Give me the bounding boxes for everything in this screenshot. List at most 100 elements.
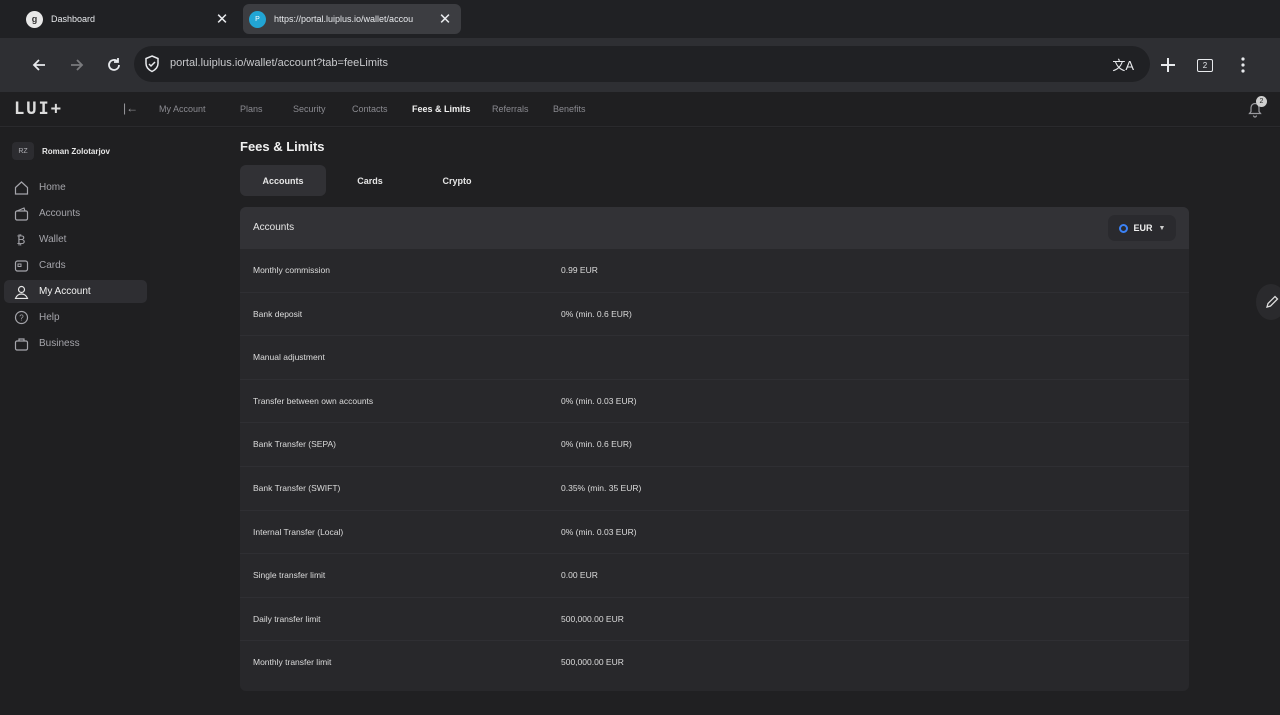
table-row: Monthly transfer limit 500,000.00 EUR xyxy=(240,641,1189,685)
fee-value: 0% (min. 0.03 EUR) xyxy=(561,526,637,537)
browser-tab-strip: g Dashboard ✕ P https://portal.luiplus.i… xyxy=(0,0,1280,38)
chevron-down-icon: ▼ xyxy=(1158,224,1166,232)
fee-value: 0% (min. 0.6 EUR) xyxy=(561,439,632,450)
app: LUI+ |← My Account Plans Security Contac… xyxy=(0,92,1280,715)
avatar: RZ xyxy=(12,142,34,160)
site-info-icon[interactable] xyxy=(144,55,160,78)
sidebar-item-accounts[interactable]: Accounts xyxy=(4,202,147,225)
url-text[interactable]: portal.luiplus.io/wallet/account?tab=fee… xyxy=(170,57,388,69)
fee-label: Single transfer limit xyxy=(253,570,326,581)
fee-label: Transfer between own accounts xyxy=(253,395,374,406)
app-logo[interactable]: LUI+ xyxy=(14,99,63,119)
nav-contacts[interactable]: Contacts xyxy=(352,104,388,114)
notifications-bell-icon[interactable]: 2 xyxy=(1246,96,1267,118)
sidebar-item-label: Home xyxy=(39,182,66,193)
new-tab-icon[interactable] xyxy=(1157,54,1179,76)
sidebar-item-label: Business xyxy=(39,338,80,349)
user-profile[interactable]: RZ Roman Zolotarjov xyxy=(12,142,110,160)
fee-label: Bank deposit xyxy=(253,308,303,319)
collapse-sidebar-icon[interactable]: |← xyxy=(123,101,138,115)
sidebar-item-business[interactable]: Business xyxy=(4,332,147,355)
back-icon[interactable] xyxy=(28,54,50,76)
sidebar-item-label: Cards xyxy=(39,260,66,271)
menu-icon[interactable] xyxy=(1232,54,1254,76)
table-row: Single transfer limit 0.00 EUR xyxy=(240,554,1189,598)
dashboard-favicon-icon: g xyxy=(26,10,43,28)
table-row: Bank Transfer (SEPA) 0% (min. 0.6 EUR) xyxy=(240,423,1189,467)
address-bar[interactable]: portal.luiplus.io/wallet/account?tab=fee… xyxy=(134,46,1150,82)
sidebar-item-wallet[interactable]: ₿ Wallet xyxy=(4,228,147,251)
home-icon xyxy=(13,180,29,196)
fee-label: Internal Transfer (Local) xyxy=(253,526,344,537)
browser-tab-dashboard[interactable]: g Dashboard ✕ xyxy=(20,4,238,34)
fee-value: 0.35% (min. 35 EUR) xyxy=(561,483,642,493)
sidebar-item-cards[interactable]: Cards xyxy=(4,254,147,277)
table-row: Bank Transfer (SWIFT) 0.35% (min. 35 EUR) xyxy=(240,467,1189,511)
reload-icon[interactable] xyxy=(103,54,125,76)
tab-title: https://portal.luiplus.io/wallet/accou xyxy=(274,14,414,24)
sidebar-item-label: Help xyxy=(39,312,60,323)
edit-pencil-icon[interactable] xyxy=(1256,284,1280,320)
svg-text:?: ? xyxy=(19,314,24,323)
page-title: Fees & Limits xyxy=(240,139,325,154)
sidebar: RZ Roman Zolotarjov Home Accounts ₿ Wall… xyxy=(0,128,150,715)
sidebar-item-label: Accounts xyxy=(39,208,81,219)
table-row: Bank deposit 0% (min. 0.6 EUR) xyxy=(240,293,1189,337)
close-tab-icon[interactable]: ✕ xyxy=(435,10,455,28)
table-row: Monthly commission 0.99 EUR xyxy=(240,249,1189,293)
currency-icon xyxy=(1118,223,1128,233)
table-row: Transfer between own accounts 0% (min. 0.… xyxy=(240,380,1189,424)
translate-icon[interactable]: 文A xyxy=(1112,55,1134,74)
tab-accounts[interactable]: Accounts xyxy=(240,165,326,196)
tab-cards[interactable]: Cards xyxy=(327,165,413,196)
sidebar-item-home[interactable]: Home xyxy=(4,176,147,199)
fee-value: 0.00 EUR xyxy=(561,570,598,581)
tab-crypto[interactable]: Crypto xyxy=(414,165,500,196)
extensions-icon[interactable]: 2 xyxy=(1194,54,1216,76)
bitcoin-icon: ₿ xyxy=(16,232,26,247)
user-name: Roman Zolotarjov xyxy=(42,146,111,156)
nav-benefits[interactable]: Benefits xyxy=(553,104,586,114)
user-icon xyxy=(13,284,29,300)
fee-value: 500,000.00 EUR xyxy=(561,613,624,624)
main-content: Fees & Limits Accounts Cards Crypto Acco… xyxy=(150,128,1280,715)
nav-referrals[interactable]: Referrals xyxy=(492,104,529,114)
card-title: Accounts xyxy=(253,222,295,233)
fee-label: Monthly transfer limit xyxy=(253,657,332,668)
briefcase-icon xyxy=(13,336,29,352)
table-row: Manual adjustment xyxy=(240,336,1189,380)
browser-toolbar: portal.luiplus.io/wallet/account?tab=fee… xyxy=(0,38,1280,92)
top-navigation: LUI+ |← My Account Plans Security Contac… xyxy=(0,92,1280,127)
sidebar-item-label: My Account xyxy=(39,286,91,297)
table-row: Internal Transfer (Local) 0% (min. 0.03 E… xyxy=(240,511,1189,555)
fee-value: 0% (min. 0.6 EUR) xyxy=(561,308,632,319)
fee-label: Bank Transfer (SEPA) xyxy=(253,439,336,450)
sidebar-item-help[interactable]: ? Help xyxy=(4,306,147,329)
fee-value: 0.99 EUR xyxy=(561,265,598,275)
tab-title: Dashboard xyxy=(51,14,96,24)
currency-select[interactable]: EUR ▼ xyxy=(1108,215,1176,241)
close-tab-icon[interactable]: ✕ xyxy=(212,10,232,28)
card-header: Accounts EUR ▼ xyxy=(240,207,1189,249)
fees-card: Accounts EUR ▼ Monthly commission 0.99 EU… xyxy=(240,207,1189,691)
fee-label: Bank Transfer (SWIFT) xyxy=(253,483,341,493)
fee-label: Manual adjustment xyxy=(253,352,325,363)
forward-icon[interactable] xyxy=(66,54,88,76)
card-icon xyxy=(13,258,29,274)
nav-my-account[interactable]: My Account xyxy=(159,104,206,114)
fee-label: Monthly commission xyxy=(253,265,330,275)
fee-value: 0% (min. 0.03 EUR) xyxy=(561,395,637,406)
notification-count-badge: 2 xyxy=(1256,96,1267,107)
nav-plans[interactable]: Plans xyxy=(240,104,263,114)
browser-tab-portal[interactable]: P https://portal.luiplus.io/wallet/accou… xyxy=(243,4,461,34)
currency-value: EUR xyxy=(1133,223,1153,233)
sidebar-item-label: Wallet xyxy=(39,234,67,245)
fee-value: 500,000.00 EUR xyxy=(561,657,624,668)
fee-label: Daily transfer limit xyxy=(253,613,321,624)
table-row: Daily transfer limit 500,000.00 EUR xyxy=(240,598,1189,642)
nav-fees-limits[interactable]: Fees & Limits xyxy=(412,104,471,114)
help-icon: ? xyxy=(13,310,29,326)
sidebar-item-my-account[interactable]: My Account xyxy=(4,280,147,303)
nav-security[interactable]: Security xyxy=(293,104,326,114)
wallet-icon xyxy=(13,206,29,222)
